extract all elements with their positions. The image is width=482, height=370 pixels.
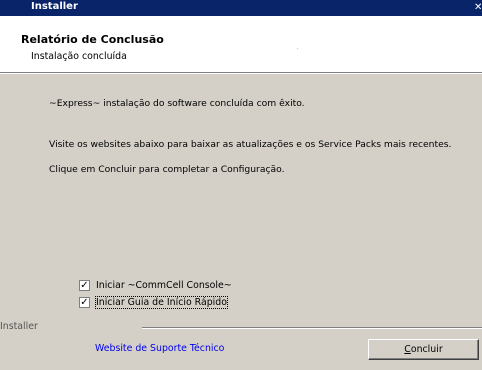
title-bar: Installer ✕ (0, 0, 482, 16)
launch-console-label[interactable]: Iniciar ~CommCell Console~ (96, 280, 232, 291)
finish-instruction: Clique em Concluir para completar a Conf… (49, 164, 285, 175)
success-message: ~Express~ instalação do software concluí… (49, 98, 305, 109)
header-panel: Relatório de Conclusão Instalação conclu… (0, 16, 482, 72)
header-separator-highlight (0, 73, 482, 74)
window-title: Installer (31, 1, 78, 12)
launch-console-checkbox[interactable]: ✓ (79, 280, 90, 291)
support-website-link[interactable]: Website de Suporte Técnico (95, 343, 224, 354)
finish-button[interactable]: Concluir (368, 339, 479, 360)
footer-separator-highlight (142, 328, 482, 329)
launch-quickstart-checkbox[interactable]: ✓ (79, 297, 90, 308)
websites-message: Visite os websites abaixo para baixar as… (49, 139, 452, 150)
page-subtitle: Instalação concluída (31, 51, 127, 62)
header-divider-dot (297, 48, 298, 49)
page-title: Relatório de Conclusão (21, 33, 164, 46)
footer-brand: Installer (0, 321, 38, 332)
launch-quickstart-label[interactable]: Iniciar Guia de Início Rápido (95, 296, 228, 309)
finish-button-label: oncluir (410, 344, 443, 355)
close-icon[interactable]: ✕ (474, 0, 482, 16)
